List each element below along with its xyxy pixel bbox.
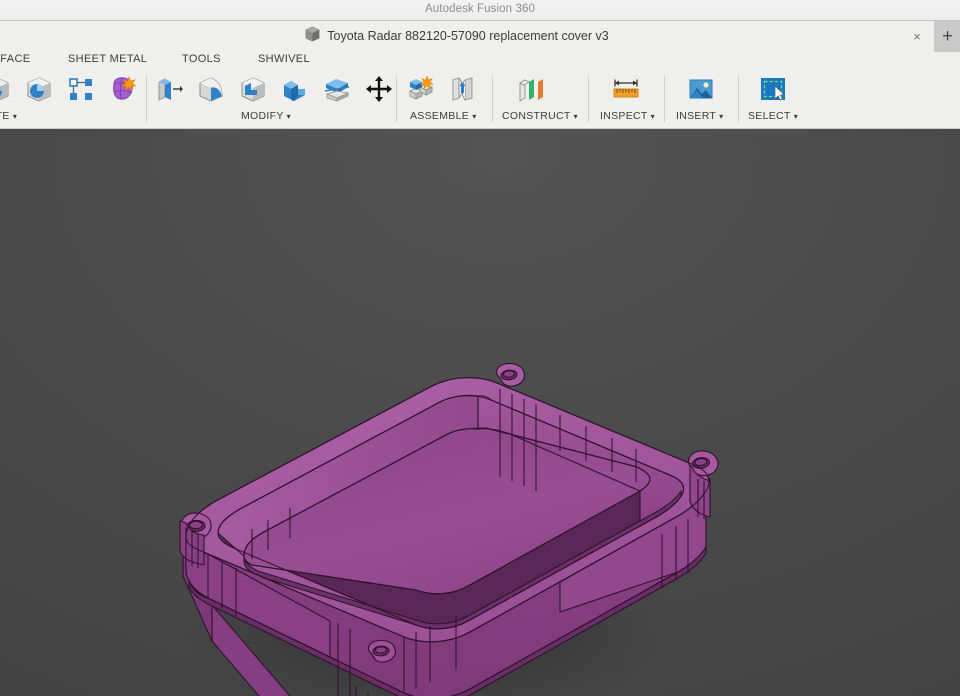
ribbon-panel-select: SELECT ▾ — [742, 71, 812, 127]
fillet-icon — [196, 74, 226, 109]
measure-icon-button[interactable] — [607, 73, 645, 109]
offset-plane-icon — [516, 74, 548, 109]
ribbon-panel-modify: MODIFY ▾ — [150, 71, 400, 127]
ribbon-panel-construct: CONSTRUCT ▾ — [496, 71, 588, 127]
panel-label-create[interactable]: CREATE ▾ — [0, 111, 17, 122]
close-icon[interactable]: × — [906, 21, 928, 52]
panel-separator — [588, 76, 589, 122]
create-cylinder-icon — [24, 74, 54, 109]
create-cylinder-icon-button[interactable] — [20, 73, 58, 109]
chevron-down-icon: ▾ — [472, 112, 477, 121]
ribbon-panel-create: CREATE ▾ — [0, 71, 148, 127]
joint-icon — [448, 74, 478, 109]
ribbon-tab-tools[interactable]: TOOLS — [182, 54, 221, 65]
split-body-icon-button[interactable] — [318, 73, 356, 109]
fusion360-window: Autodesk Fusion 360 Toyota Radar 882120-… — [0, 0, 960, 696]
ribbon-panel-insert: INSERT ▾ — [668, 71, 738, 127]
document-tab[interactable]: Toyota Radar 882120-57090 replacement co… — [0, 21, 935, 52]
document-title: Toyota Radar 882120-57090 replacement co… — [327, 29, 609, 44]
shell-icon-button[interactable] — [234, 73, 272, 109]
new-tab-icon[interactable]: + — [935, 21, 960, 52]
window-titlebar: Autodesk Fusion 360 — [0, 0, 960, 21]
split-body-icon — [322, 74, 352, 109]
cube-icon — [305, 26, 320, 47]
move-copy-icon — [364, 74, 394, 109]
ribbon-tab-shwivel[interactable]: SHWIVEL — [258, 54, 310, 65]
panel-label-construct[interactable]: CONSTRUCT ▾ — [502, 111, 578, 122]
panel-separator — [492, 76, 493, 122]
create-form-icon-button[interactable] — [104, 73, 142, 109]
insert-image-icon — [686, 74, 716, 109]
combine-icon — [280, 74, 310, 109]
chevron-down-icon: ▾ — [793, 112, 799, 121]
chevron-down-icon: ▾ — [286, 112, 291, 121]
create-pattern-icon-button[interactable] — [62, 73, 100, 109]
shell-icon — [238, 74, 268, 109]
panel-separator — [738, 76, 739, 122]
select-window-icon-button[interactable] — [754, 73, 792, 109]
panel-label-select[interactable]: SELECT ▾ — [748, 111, 798, 122]
panel-label-assemble[interactable]: ASSEMBLE ▾ — [410, 111, 477, 122]
ribbon-tab-surface[interactable]: RFACE — [0, 54, 30, 65]
ribbon-panel-assemble: ASSEMBLE ▾ — [400, 71, 492, 127]
document-tabstrip: Toyota Radar 882120-57090 replacement co… — [0, 21, 960, 53]
joint-icon-button[interactable] — [444, 73, 482, 109]
create-pattern-icon — [66, 74, 96, 109]
ribbon-panel-inspect: INSPECT ▾ — [592, 71, 666, 127]
create-sphere-icon-button[interactable] — [0, 73, 16, 109]
chevron-down-icon: ▾ — [12, 112, 18, 121]
offset-plane-icon-button[interactable] — [513, 73, 551, 109]
create-sphere-icon — [0, 74, 12, 109]
ribbon-tab-sheet-metal[interactable]: SHEET METAL — [68, 54, 147, 65]
insert-image-icon-button[interactable] — [682, 73, 720, 109]
chevron-down-icon: ▾ — [719, 112, 724, 121]
create-form-icon — [108, 74, 138, 109]
ribbon-toolbar: RFACE SHEET METAL TOOLS SHWIVEL — [0, 52, 960, 129]
app-title: Autodesk Fusion 360 — [425, 3, 535, 16]
new-component-icon — [406, 74, 436, 109]
model-render[interactable] — [0, 129, 960, 696]
press-pull-icon-button[interactable] — [150, 73, 188, 109]
select-window-icon — [758, 74, 788, 109]
panel-label-inspect[interactable]: INSPECT ▾ — [600, 111, 655, 122]
panel-label-insert[interactable]: INSERT ▾ — [676, 111, 723, 122]
fillet-icon-button[interactable] — [192, 73, 230, 109]
panel-label-modify[interactable]: MODIFY ▾ — [241, 111, 291, 122]
chevron-down-icon: ▾ — [573, 112, 578, 121]
ribbon-tab-row: RFACE SHEET METAL TOOLS SHWIVEL — [0, 52, 960, 71]
new-component-icon-button[interactable] — [402, 73, 440, 109]
press-pull-icon — [154, 74, 184, 109]
chevron-down-icon: ▾ — [650, 112, 655, 121]
move-copy-icon-button[interactable] — [360, 73, 398, 109]
measure-icon — [610, 74, 642, 109]
viewport-canvas[interactable] — [0, 129, 960, 696]
combine-icon-button[interactable] — [276, 73, 314, 109]
